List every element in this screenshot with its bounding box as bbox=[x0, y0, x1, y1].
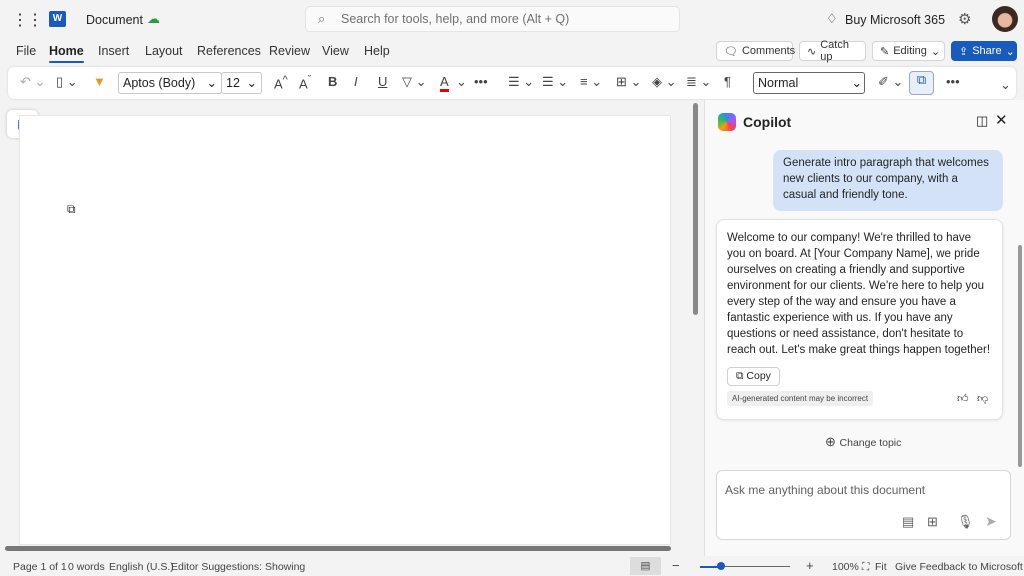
font-size-dropdown[interactable]: 12 ⌄ bbox=[221, 72, 262, 94]
designer-icon[interactable]: ✐ ⌄ bbox=[878, 74, 903, 90]
underline-icon[interactable]: U bbox=[378, 74, 387, 89]
buy-microsoft-365-link[interactable]: Buy Microsoft 365 bbox=[845, 13, 945, 27]
paragraph-mark-icon[interactable]: ¶ bbox=[724, 74, 731, 89]
ai-disclaimer-badge: AI-generated content may be incorrect bbox=[727, 391, 874, 406]
format-painter-icon[interactable]: ▼ bbox=[93, 74, 106, 89]
copy-button[interactable]: ⧉ Copy bbox=[727, 367, 780, 386]
search-input[interactable]: ⌕ Search for tools, help, and more (Alt +… bbox=[305, 6, 680, 32]
line-spacing-icon[interactable]: ≣ ⌄ bbox=[686, 74, 711, 90]
chevron-down-icon: ⌄ bbox=[246, 76, 257, 90]
prompt-guide-icon[interactable]: ▤ bbox=[902, 514, 914, 530]
tab-file[interactable]: File bbox=[16, 44, 36, 58]
user-prompt-bubble: Generate intro paragraph that welcomes n… bbox=[773, 150, 1003, 211]
shading-icon[interactable]: ◈ ⌄ bbox=[652, 74, 677, 90]
editor-suggestions[interactable]: Editor Suggestions: Showing bbox=[171, 561, 305, 573]
fit-icon[interactable]: ⛶ bbox=[862, 561, 869, 574]
add-circle-icon: ⊕ bbox=[825, 434, 840, 449]
thumbs-up-icon[interactable]: 👍︎ bbox=[957, 391, 969, 407]
thumbs-down-icon[interactable]: 👎︎ bbox=[977, 391, 988, 407]
bullets-icon[interactable]: ☰ ⌄ bbox=[508, 74, 534, 90]
tab-review[interactable]: Review bbox=[269, 44, 310, 58]
tab-insert[interactable]: Insert bbox=[98, 44, 129, 58]
styles-dropdown[interactable]: Normal ⌄ bbox=[753, 72, 865, 94]
tab-help[interactable]: Help bbox=[364, 44, 390, 58]
font-family-dropdown[interactable]: Aptos (Body) ⌄ bbox=[118, 72, 222, 94]
more-icon[interactable]: ••• bbox=[474, 74, 488, 89]
italic-icon[interactable]: I bbox=[354, 74, 358, 89]
zoom-slider[interactable] bbox=[700, 562, 790, 570]
comment-icon: 🗨 bbox=[724, 45, 738, 58]
panel-scrollbar[interactable] bbox=[1018, 245, 1022, 467]
copilot-chat-input[interactable]: Ask me anything about this document ▤ ⊞ … bbox=[716, 470, 1011, 540]
zoom-in-icon[interactable]: + bbox=[806, 558, 814, 573]
share-button[interactable]: ⇪ Share ⌄ bbox=[951, 41, 1017, 61]
apps-icon[interactable]: ⊞ bbox=[927, 514, 938, 530]
copilot-title: Copilot bbox=[743, 114, 792, 130]
fit-button[interactable]: Fit bbox=[875, 561, 887, 573]
copilot-toggle-icon[interactable]: ⧉ bbox=[909, 71, 934, 95]
diamond-icon: ♢ bbox=[826, 11, 838, 26]
borders-icon[interactable]: ⊞ ⌄ bbox=[616, 74, 641, 90]
cloud-check-icon: ☁ bbox=[147, 11, 160, 26]
chevron-down-icon: ⌄ bbox=[1005, 45, 1015, 58]
shrink-font-icon[interactable]: Aˇ bbox=[299, 74, 311, 91]
tab-home[interactable]: Home bbox=[49, 44, 84, 63]
comments-button[interactable]: 🗨 Comments bbox=[716, 41, 795, 61]
print-layout-icon[interactable]: ▤ bbox=[630, 557, 661, 575]
copilot-logo-icon bbox=[718, 113, 736, 131]
copilot-response-card: Welcome to our company! We're thrilled t… bbox=[716, 219, 1003, 420]
word-count[interactable]: 0 words bbox=[68, 561, 105, 573]
response-text: Welcome to our company! We're thrilled t… bbox=[727, 232, 991, 356]
copy-icon: ⧉ bbox=[736, 370, 747, 382]
catch-up-button[interactable]: ∿ Catch up bbox=[799, 39, 866, 63]
highlight-icon[interactable]: ▽ ⌄ bbox=[402, 74, 427, 90]
word-icon: W bbox=[49, 11, 66, 27]
zoom-slider-thumb[interactable] bbox=[717, 562, 725, 570]
zoom-level[interactable]: 100% bbox=[832, 561, 859, 573]
align-icon[interactable]: ≡ ⌄ bbox=[580, 74, 602, 90]
pulse-icon: ∿ bbox=[807, 45, 817, 58]
search-icon: ⌕ bbox=[318, 11, 326, 26]
gear-icon[interactable]: ⚙ bbox=[958, 10, 971, 28]
tab-references[interactable]: References bbox=[197, 44, 261, 58]
vertical-scrollbar[interactable] bbox=[693, 103, 698, 315]
editing-mode-button[interactable]: ✎ Editing ⌄ bbox=[872, 41, 945, 61]
tab-layout[interactable]: Layout bbox=[145, 44, 183, 58]
chevron-down-icon: ⌄ bbox=[930, 45, 941, 58]
bold-icon[interactable]: B bbox=[328, 74, 337, 89]
document-title[interactable]: Document bbox=[86, 13, 143, 27]
page-count: Page 1 of 1 bbox=[13, 561, 67, 573]
chevron-down-icon: ⌄ bbox=[851, 76, 862, 90]
font-color-icon[interactable]: A bbox=[440, 74, 449, 92]
dock-icon[interactable]: ◫ bbox=[976, 113, 988, 129]
change-topic-button[interactable]: ⊕ Change topic bbox=[825, 434, 901, 450]
share-icon: ⇪ bbox=[959, 45, 969, 58]
document-page[interactable]: ⧉ bbox=[19, 115, 671, 545]
language[interactable]: English (U.S.) bbox=[109, 561, 174, 573]
more-icon[interactable]: ••• bbox=[946, 74, 960, 89]
avatar[interactable] bbox=[992, 6, 1018, 32]
grow-font-icon[interactable]: A^ bbox=[274, 74, 288, 91]
send-icon[interactable]: ➤ bbox=[985, 513, 997, 530]
zoom-out-icon[interactable]: − bbox=[672, 558, 680, 573]
chevron-down-icon: ⌄ bbox=[206, 76, 217, 90]
ribbon-toolbar: ↶ ⌄ ▯ ⌄ ▼ Aptos (Body) ⌄ 12 ⌄ A^ Aˇ B I U … bbox=[8, 67, 1016, 99]
feedback-link[interactable]: Give Feedback to Microsoft bbox=[895, 561, 1023, 573]
expand-ribbon-icon[interactable]: ⌄ bbox=[1000, 77, 1011, 93]
copilot-inline-icon[interactable]: ⧉ bbox=[67, 202, 76, 217]
tab-view[interactable]: View bbox=[322, 44, 349, 58]
chevron-down-icon[interactable]: ⌄ bbox=[456, 74, 467, 90]
undo-icon[interactable]: ↶ ⌄ bbox=[20, 74, 45, 90]
horizontal-scrollbar[interactable] bbox=[5, 546, 671, 551]
pencil-icon: ✎ bbox=[880, 45, 890, 58]
numbering-icon[interactable]: ☰ ⌄ bbox=[542, 74, 568, 90]
close-icon[interactable]: ✕ bbox=[995, 111, 1008, 129]
paste-icon[interactable]: ▯ ⌄ bbox=[56, 74, 78, 90]
microphone-icon[interactable]: 🎙︎ bbox=[957, 514, 974, 530]
